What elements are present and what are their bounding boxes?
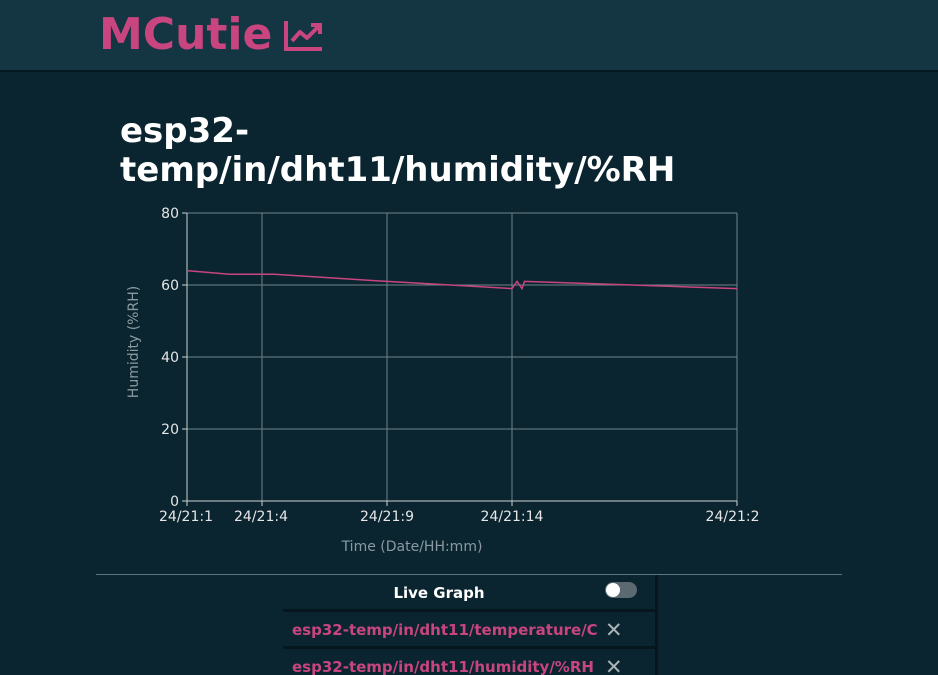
live-graph-label: Live Graph	[393, 584, 485, 602]
x-tick-label: 24/21:23	[706, 509, 760, 525]
y-tick-label: 0	[170, 494, 179, 510]
y-tick-label: 40	[161, 350, 179, 366]
topic-panel: Live Graph esp32-temp/in/dht11/temperatu…	[283, 575, 658, 675]
line-chart-icon	[283, 18, 325, 56]
live-graph-toggle[interactable]	[605, 582, 637, 598]
y-tick-label: 20	[161, 422, 179, 438]
topic-row: esp32-temp/in/dht11/humidity/%RH ✕	[283, 649, 655, 675]
topic-row: esp32-temp/in/dht11/temperature/C ✕	[283, 612, 655, 649]
header-bar: MCutie	[0, 0, 938, 72]
x-tick-label: 24/21:1	[159, 509, 213, 525]
topic-link-temperature[interactable]: esp32-temp/in/dht11/temperature/C	[292, 621, 598, 639]
humidity-chart: 0 20 40 60 80 24/21:1 24/21:4 24/21:9 24/21:14 24…	[126, 206, 760, 555]
live-graph-row: Live Graph	[283, 575, 655, 612]
x-tick-label: 24/21:9	[360, 509, 414, 525]
brand-title[interactable]: MCutie	[99, 9, 272, 61]
y-tick-label: 60	[161, 278, 179, 294]
x-tick-label: 24/21:4	[234, 509, 288, 525]
y-tick-label: 80	[161, 206, 179, 222]
close-icon[interactable]: ✕	[605, 655, 623, 675]
series-line-humidity	[186, 269, 738, 291]
toggle-knob	[606, 583, 620, 597]
x-axis-title: Time (Date/HH:mm)	[341, 539, 483, 555]
x-tick-label: 24/21:14	[481, 509, 544, 525]
page-title: esp32-temp/in/dht11/humidity/%RH	[120, 111, 676, 190]
topic-link-humidity[interactable]: esp32-temp/in/dht11/humidity/%RH	[292, 658, 594, 675]
y-axis-title: Humidity (%RH)	[126, 286, 142, 398]
close-icon[interactable]: ✕	[605, 618, 623, 642]
